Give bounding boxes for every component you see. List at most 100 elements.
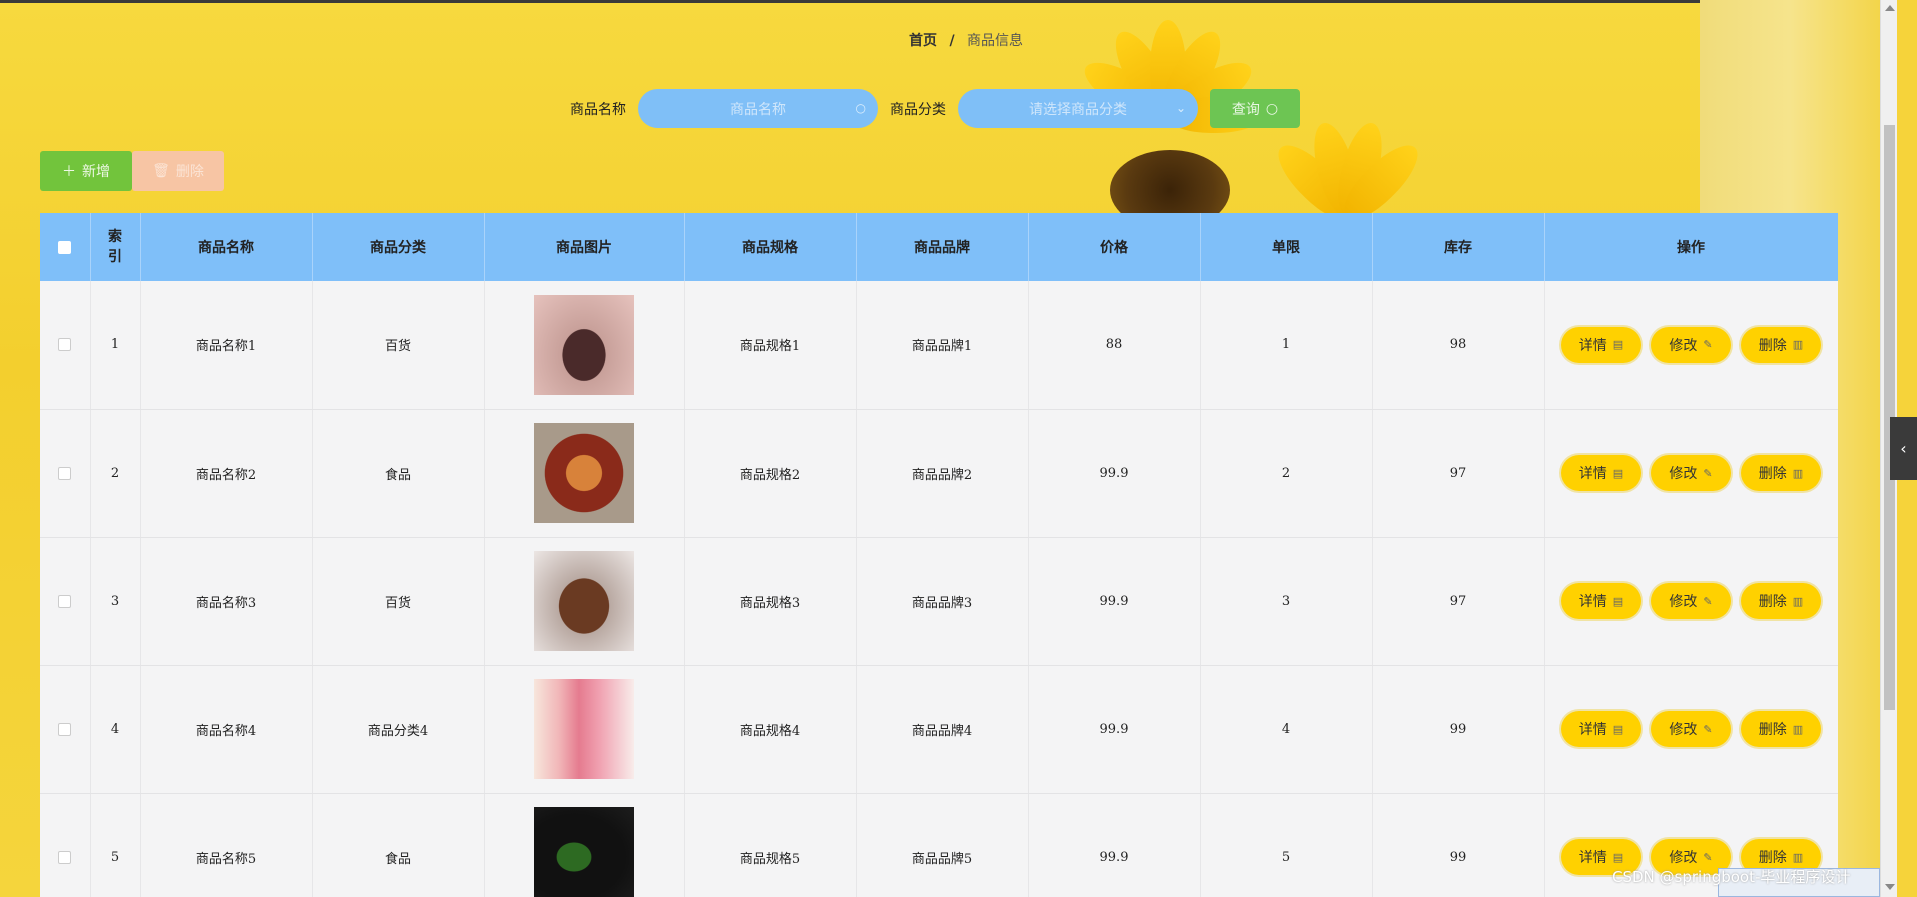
delete-button[interactable]: 删除 ▥ [1741, 455, 1821, 491]
cell-price: 99.9 [1028, 793, 1201, 897]
cell-index: 2 [90, 409, 141, 538]
table-row: 5 商品名称5 食品 商品规格5 商品品牌5 99.9 5 99 详情 ▤ 修改 ✎ 删… [40, 793, 1838, 897]
cell-spec: 商品规格3 [684, 537, 857, 666]
trash-icon: ▥ [1792, 850, 1804, 864]
cell-price: 99.9 [1028, 409, 1201, 538]
delete-button-label: 删除 [1758, 850, 1787, 866]
cell-stock: 99 [1372, 665, 1545, 794]
side-panel-toggle[interactable]: ‹ [1890, 417, 1917, 480]
cell-category: 百货 [312, 281, 485, 410]
cell-limit: 3 [1200, 537, 1373, 666]
document-icon: ▤ [1612, 466, 1624, 480]
product-image-food-box[interactable] [534, 423, 634, 523]
detail-button[interactable]: 详情 ▤ [1561, 711, 1641, 747]
cell-spec: 商品规格5 [684, 793, 857, 897]
chevron-down-icon: ⌄ [1175, 101, 1186, 115]
cell-limit: 5 [1200, 793, 1373, 897]
delete-button-label: 删除 [1758, 594, 1787, 610]
cell-brand: 商品品牌5 [856, 793, 1029, 897]
cell-index: 4 [90, 665, 141, 794]
product-image-crossbody-bag[interactable] [534, 551, 634, 651]
row-checkbox[interactable] [58, 594, 72, 608]
detail-button[interactable]: 详情 ▤ [1561, 326, 1641, 363]
name-search-placeholder: 商品名称 [730, 101, 786, 118]
column-header-spec: 商品规格 [684, 213, 857, 281]
add-button[interactable]: ＋ 新增 [40, 151, 132, 191]
trash-icon: ▥ [1792, 338, 1804, 352]
watermark: CSDN @springboot-毕业程序设计 [1612, 868, 1851, 886]
cell-price: 99.9 [1028, 665, 1201, 794]
table-row: 2 商品名称2 食品 商品规格2 商品品牌2 99.9 2 97 详情 ▤ 修改 ✎ 删… [40, 409, 1838, 538]
edit-button[interactable]: 修改 ✎ [1651, 583, 1731, 619]
query-button[interactable]: 查询 ○ [1210, 89, 1300, 128]
trash-icon: ▥ [1792, 466, 1804, 480]
delete-button[interactable]: 删除 ▥ [1741, 583, 1821, 619]
pencil-icon: ✎ [1703, 722, 1713, 736]
delete-button[interactable]: 删除 ▥ [1741, 711, 1821, 747]
edit-button-label: 修改 [1669, 337, 1698, 354]
product-image-lipsticks[interactable] [534, 679, 634, 779]
select-all-cell [40, 213, 91, 281]
column-header-category: 商品分类 [312, 213, 485, 281]
cell-price: 88 [1028, 281, 1201, 410]
category-select[interactable]: 请选择商品分类 ⌄ [958, 89, 1198, 128]
edit-button[interactable]: 修改 ✎ [1651, 711, 1731, 747]
detail-button-label: 详情 [1578, 722, 1607, 738]
breadcrumb-home[interactable]: 首页 [909, 33, 937, 49]
cell-category: 百货 [312, 537, 485, 666]
query-button-label: 查询 [1231, 101, 1260, 118]
edit-button-label: 修改 [1669, 850, 1698, 866]
cell-category: 商品分类4 [312, 665, 485, 794]
cell-category: 食品 [312, 409, 485, 538]
column-header-limit: 单限 [1200, 213, 1373, 281]
name-search-label: 商品名称 [570, 101, 626, 118]
cell-index: 3 [90, 537, 141, 666]
row-checkbox[interactable] [58, 722, 72, 736]
edit-button-label: 修改 [1669, 722, 1698, 738]
select-all-checkbox[interactable] [58, 240, 72, 254]
row-checkbox[interactable] [58, 850, 72, 864]
breadcrumb-separator: / [949, 33, 955, 49]
detail-button[interactable]: 详情 ▤ [1561, 583, 1641, 619]
product-image-handbag[interactable] [534, 294, 634, 395]
column-header-price: 价格 [1028, 213, 1201, 281]
cell-brand: 商品品牌3 [856, 537, 1029, 666]
scroll-down-arrow-icon[interactable] [1885, 884, 1895, 890]
row-checkbox[interactable] [58, 466, 72, 480]
cell-index: 5 [90, 793, 141, 897]
document-icon: ▤ [1612, 338, 1624, 352]
edit-button[interactable]: 修改 ✎ [1651, 326, 1731, 363]
cell-stock: 98 [1372, 281, 1545, 410]
detail-button[interactable]: 详情 ▤ [1561, 455, 1641, 491]
cell-spec: 商品规格2 [684, 409, 857, 538]
delete-button[interactable]: 删除 ▥ [1741, 326, 1821, 363]
column-header-name: 商品名称 [140, 213, 313, 281]
delete-button-label: 删除 [1758, 722, 1787, 738]
table-header-row: 索引 商品名称 商品分类 商品图片 商品规格 商品品牌 价格 单限 库存 操作 [40, 213, 1838, 281]
cell-price: 99.9 [1028, 537, 1201, 666]
delete-button-label: 删除 [1758, 337, 1787, 354]
cell-brand: 商品品牌1 [856, 281, 1029, 410]
search-icon: ○ [1265, 100, 1279, 117]
pencil-icon: ✎ [1703, 466, 1713, 480]
table-row: 4 商品名称4 商品分类4 商品规格4 商品品牌4 99.9 4 99 详情 ▤ 修… [40, 665, 1838, 794]
cell-spec: 商品规格4 [684, 665, 857, 794]
delete-button-label: 删除 [1758, 466, 1787, 482]
edit-button[interactable]: 修改 ✎ [1651, 455, 1731, 491]
row-checkbox[interactable] [58, 338, 72, 352]
batch-delete-button[interactable]: 🗑 删除 [132, 151, 224, 191]
pencil-icon: ✎ [1703, 850, 1713, 864]
document-icon: ▤ [1612, 722, 1624, 736]
column-header-image: 商品图片 [484, 213, 685, 281]
category-select-label: 商品分类 [890, 101, 946, 118]
breadcrumb-current: 商品信息 [967, 33, 1024, 49]
name-search-input[interactable]: 商品名称 ○ [638, 89, 878, 128]
batch-delete-button-label: 删除 [175, 164, 204, 180]
cell-limit: 4 [1200, 665, 1373, 794]
product-image-energy-drink[interactable] [534, 807, 634, 897]
category-select-placeholder: 请选择商品分类 [1029, 101, 1127, 118]
cell-category: 食品 [312, 793, 485, 897]
column-header-stock: 库存 [1372, 213, 1545, 281]
scroll-up-arrow-icon[interactable] [1885, 5, 1895, 11]
cell-limit: 1 [1200, 281, 1373, 410]
